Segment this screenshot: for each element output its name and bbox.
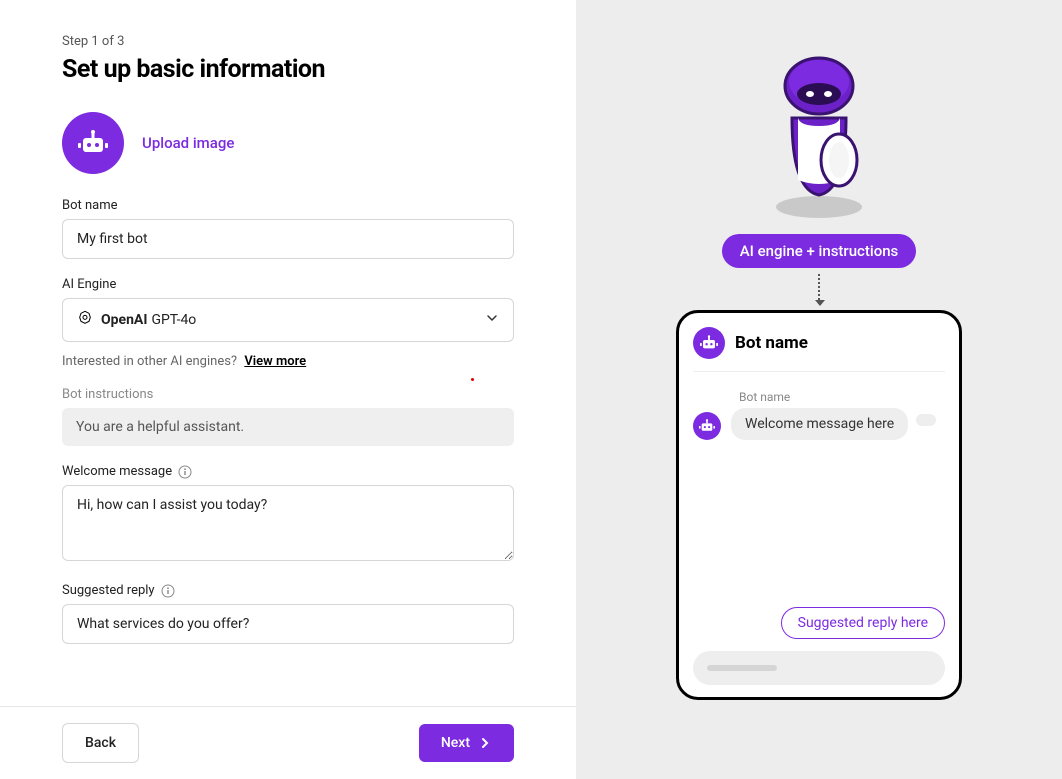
next-button[interactable]: Next (419, 724, 514, 762)
page-title: Set up basic information (62, 55, 514, 84)
preview-suggested-chip: Suggested reply here (781, 607, 945, 639)
welcome-label: Welcome message (62, 464, 514, 479)
instructions-readonly: You are a helpful assistant. (62, 408, 514, 446)
ai-engine-label: AI Engine (62, 277, 514, 292)
suggested-label: Suggested reply (62, 583, 514, 598)
bot-name-input[interactable] (62, 219, 514, 259)
preview-card: Bot name Bot name Welcome message here S… (676, 310, 962, 700)
info-icon (161, 584, 175, 598)
chevron-right-icon (478, 736, 492, 750)
pill-label: AI engine + instructions (722, 234, 917, 268)
preview-avatar (693, 327, 725, 359)
info-icon (178, 465, 192, 479)
welcome-textarea[interactable]: Hi, how can I assist you today? (62, 485, 514, 561)
bot-name-label: Bot name (62, 198, 514, 213)
step-indicator: Step 1 of 3 (62, 34, 514, 49)
robot-icon (78, 130, 108, 156)
next-button-label: Next (441, 735, 470, 751)
robot-illustration (764, 50, 874, 210)
engine-model: GPT-4o (151, 312, 196, 328)
engine-brand: OpenAI (101, 312, 147, 328)
preview-welcome-bubble: Welcome message here (731, 408, 908, 440)
suggested-reply-input[interactable] (62, 604, 514, 644)
view-more-link[interactable]: View more (244, 354, 306, 369)
typing-indicator-icon (916, 414, 936, 426)
bot-avatar-upload[interactable] (62, 112, 124, 174)
preview-header-title: Bot name (735, 333, 808, 353)
preview-input-bar (693, 651, 945, 685)
instructions-label: Bot instructions (62, 387, 514, 402)
preview-msg-avatar (693, 412, 721, 440)
upload-image-link[interactable]: Upload image (142, 134, 234, 152)
robot-icon (700, 335, 718, 351)
robot-icon (699, 419, 715, 433)
openai-icon (77, 310, 93, 330)
preview-bot-name: Bot name (739, 390, 945, 404)
engine-hint-text: Interested in other AI engines? (62, 354, 237, 369)
ai-engine-select[interactable]: OpenAI GPT-4o (62, 298, 514, 342)
arrow-icon (818, 274, 820, 304)
chevron-down-icon (485, 311, 499, 329)
back-button[interactable]: Back (62, 723, 139, 763)
